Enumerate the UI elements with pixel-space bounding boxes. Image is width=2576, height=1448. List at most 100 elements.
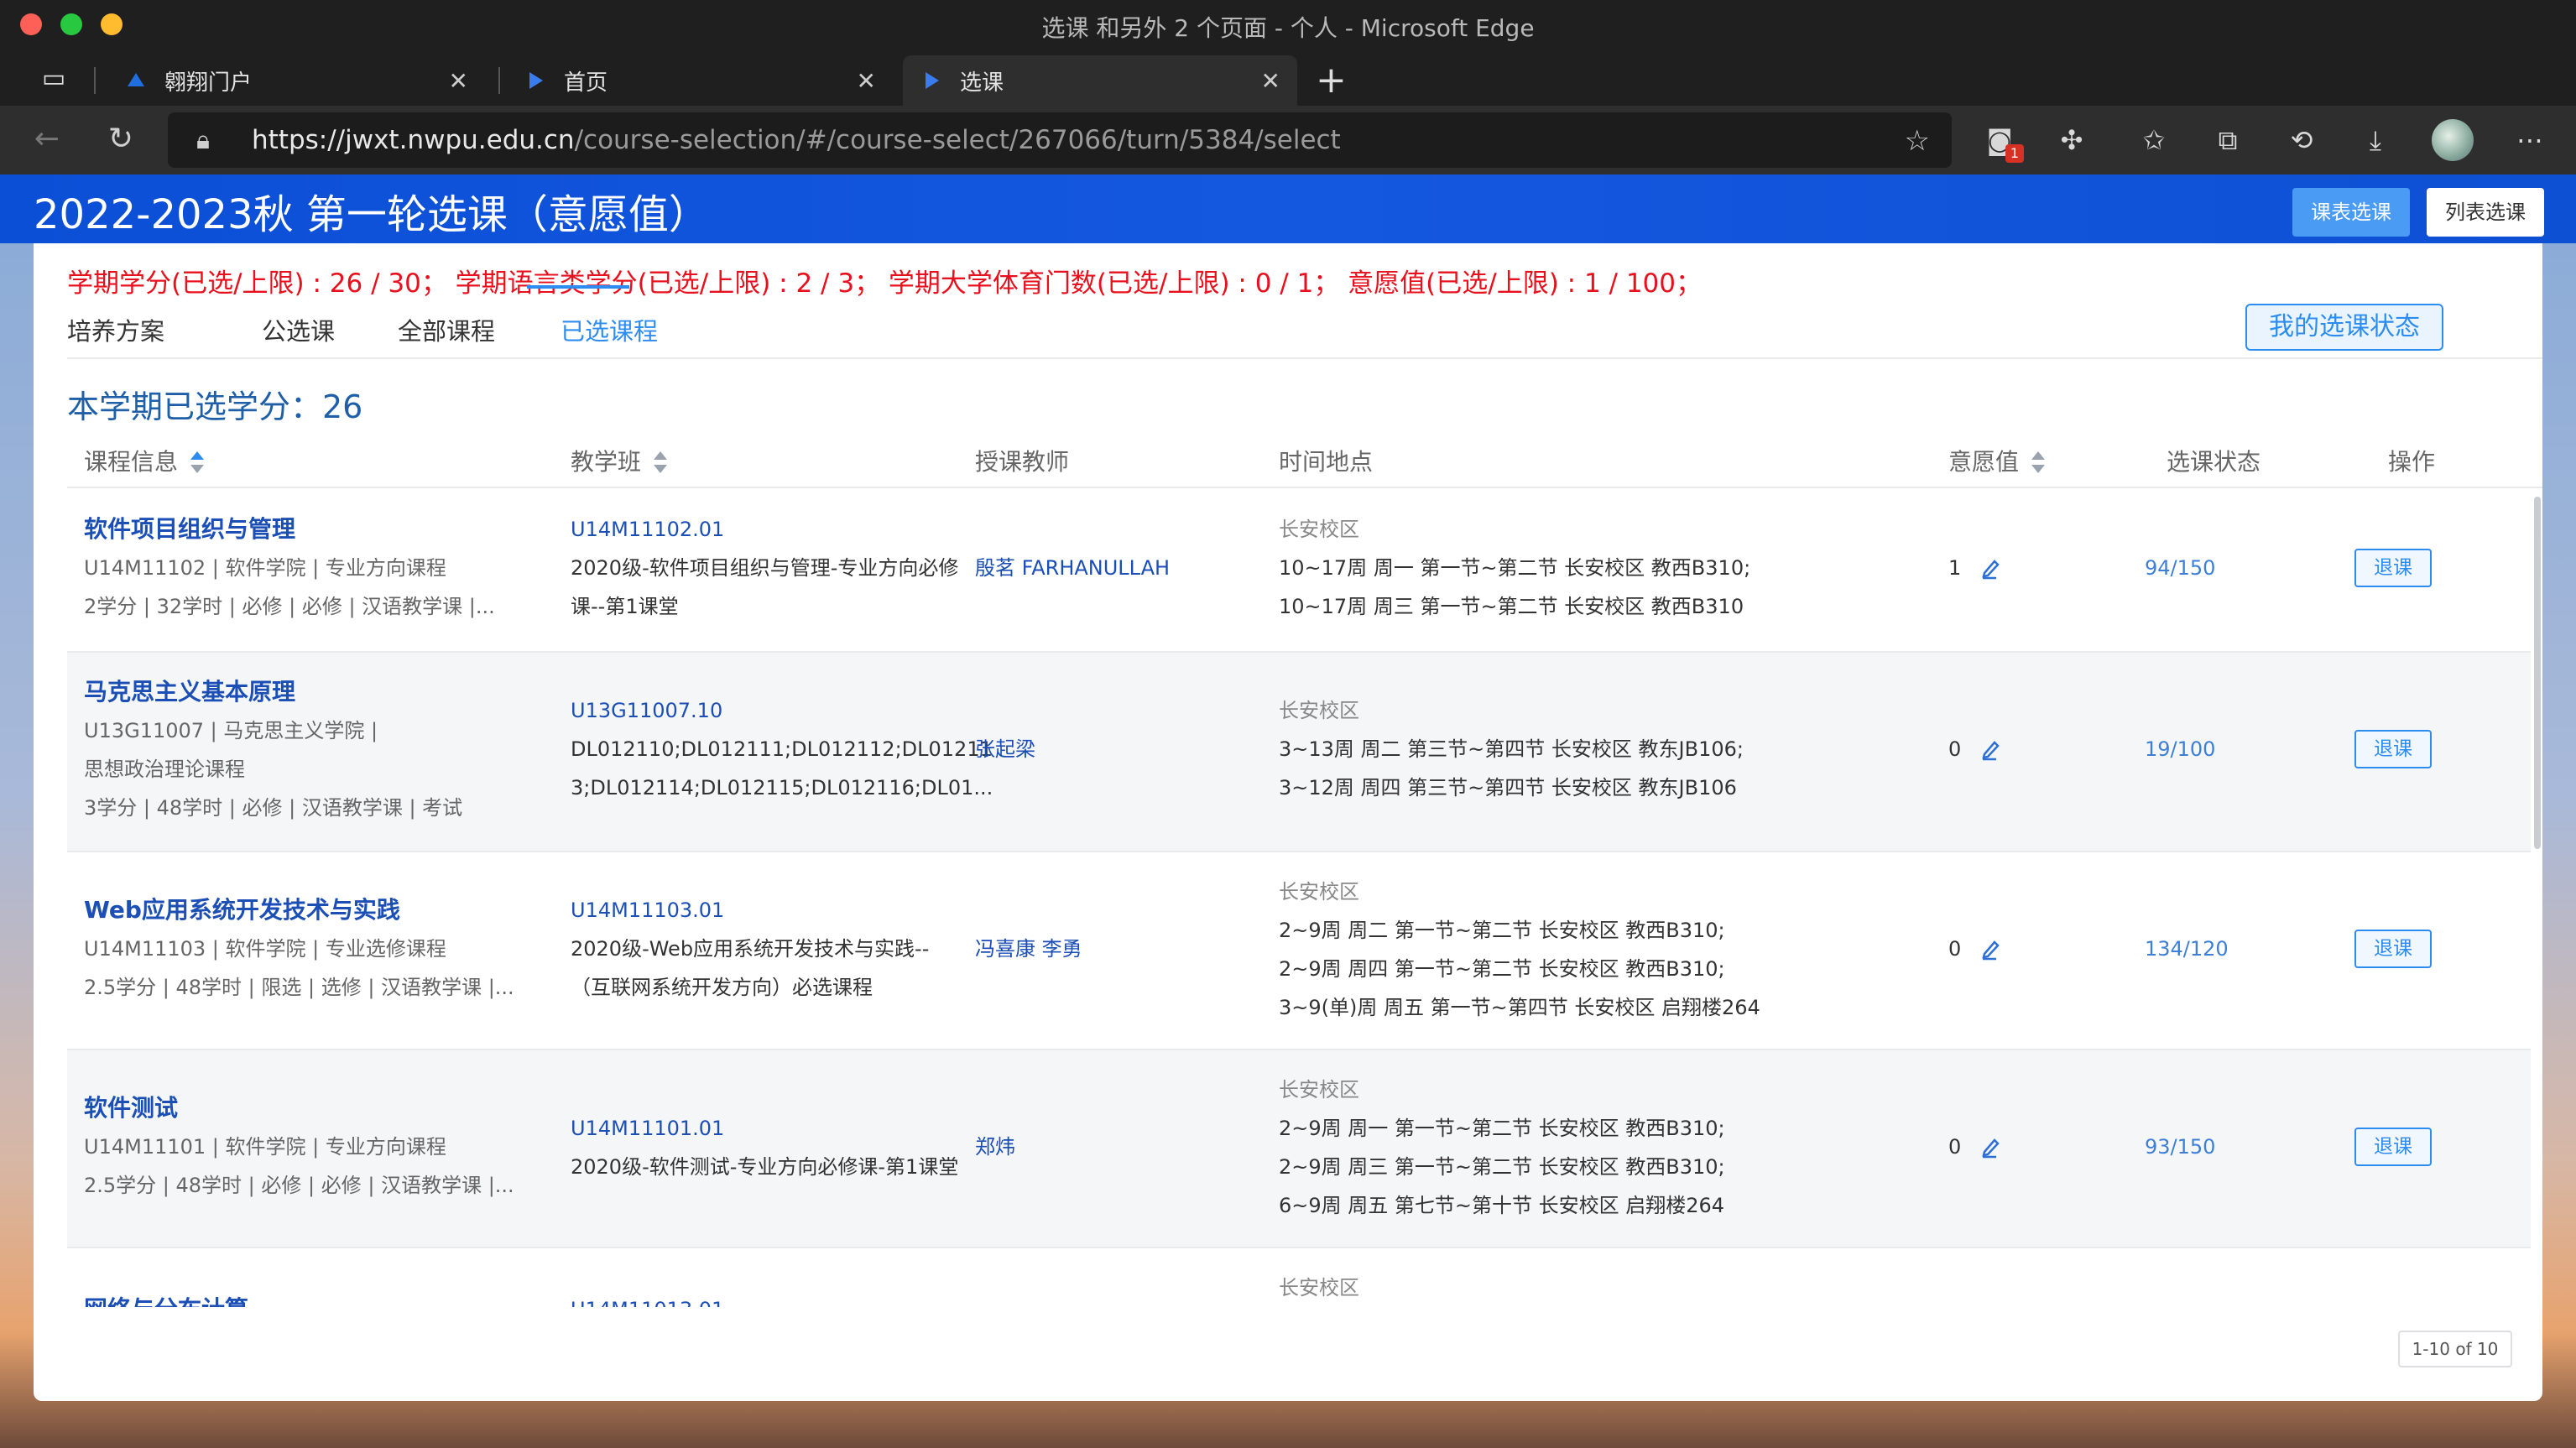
column-label: 教学班 [571,448,642,476]
history-icon[interactable]: ⟲ [2282,121,2321,159]
course-info-cell: 软件项目组织与管理 U14M11102 | 软件学院 | 专业方向课程 2学分 … [84,510,537,626]
edit-preference-icon[interactable] [1979,556,2003,580]
preference-cell: 0 [1948,730,2049,768]
tab-all-courses[interactable]: 全部课程 [398,312,495,347]
class-code: U14M11101.01 [571,1117,725,1140]
tab-training-plan[interactable]: 培养方案 [67,312,164,347]
my-selection-status-button[interactable]: 我的选课状态 [2245,304,2443,351]
edit-preference-icon[interactable] [1979,737,2003,761]
window-title: 选课 和另外 2 个页面 - 个人 - Microsoft Edge [1041,14,1535,42]
column-course-info[interactable]: 课程信息 [84,436,205,488]
teacher-name[interactable]: 殷茗 FARHANULLAH [975,549,1260,587]
class-cell: U13G11007.10 DL012110;DL012111;DL012112;… [571,691,993,807]
time-place-cell: 长安校区 3~13周 周二 第三节~第四节 长安校区 教东JB106; 3~12… [1279,691,1900,807]
teacher-name[interactable]: 郑炜 [975,1128,1260,1166]
teacher-name[interactable]: 冯喜康 李勇 [975,930,1260,968]
sort-icon[interactable] [190,451,205,473]
course-name[interactable]: 软件项目组织与管理 [84,510,537,549]
page-title: 2022-2023秋 第一轮选课（意愿值） [34,191,709,238]
table-row: Web应用系统开发技术与实践 U14M11103 | 软件学院 | 专业选修课程… [67,852,2531,1050]
address-bar: ← ↻ 🔒︎ https://jwxt.nwpu.edu.cn/course-s… [0,106,2576,174]
sort-icon[interactable] [653,451,668,473]
tab-actions-icon[interactable]: ▭ [37,64,70,94]
class-desc: 3;DL012114;DL012115;DL012116;DL01... [571,776,993,800]
campus: 长安校区 [1279,518,1359,541]
drop-course-button[interactable]: 退课 [2354,549,2432,587]
credit-summary: 学期学分(已选/上限) : 26 / 30； 学期语言类学分(已选/上限) : … [67,268,1702,299]
sort-icon[interactable] [2031,451,2046,473]
refresh-icon[interactable]: ↻ [102,121,139,158]
time-slot: 3~13周 周二 第三节~第四节 长安校区 教东JB106; [1279,737,1744,761]
url-path: /course-selection/#/course-select/267066… [574,125,1341,155]
class-cell: U14M11101.01 2020级-软件测试-专业方向必修课-第1课堂 [571,1109,965,1186]
table-scrollbar[interactable] [2534,497,2541,849]
profile-avatar[interactable] [2432,119,2474,161]
tabs-divider [67,357,2542,359]
table-row: 软件项目组织与管理 U14M11102 | 软件学院 | 专业方向课程 2学分 … [67,488,2531,653]
preference-value: 0 [1948,737,1962,761]
timetable-select-button[interactable]: 课表选课 [2292,188,2410,237]
downloads-icon[interactable]: ⤓ [2356,121,2395,159]
course-meta: U14M11103 | 软件学院 | 专业选修课程 [84,937,446,961]
class-desc: 2020级-软件项目组织与管理-专业方向必修 [571,556,959,580]
page-header: 2022-2023秋 第一轮选课（意愿值） 课表选课 列表选课 [0,174,2576,243]
class-cell: U14M11013.01 [571,1290,965,1307]
preference-cell: 0 [1948,1128,2049,1166]
drop-course-button[interactable]: 退课 [2354,930,2432,968]
course-meta: 2.5学分 | 48学时 | 必修 | 必修 | 汉语教学课 |... [84,1174,514,1197]
tab-course-select[interactable]: 选课 ✕ [903,55,1297,106]
collections-icon[interactable]: ⧉ [2208,121,2247,159]
portal-favicon-icon [124,69,148,92]
close-tab-icon[interactable]: ✕ [857,67,876,95]
teacher-name[interactable]: 张起梁 [975,730,1260,768]
drop-course-button[interactable]: 退课 [2354,730,2432,768]
favorite-add-icon[interactable]: ☆ [1905,124,1930,158]
back-icon[interactable]: ← [29,121,65,158]
list-select-button[interactable]: 列表选课 [2427,188,2544,237]
close-tab-icon[interactable]: ✕ [449,67,468,95]
tab-selected-courses[interactable]: 已选课程 [561,312,658,347]
course-info-cell: 软件测试 U14M11101 | 软件学院 | 专业方向课程 2.5学分 | 4… [84,1089,537,1205]
extensions-puzzle-icon[interactable]: ✣ [2052,121,2091,159]
drop-course-button[interactable]: 退课 [2354,1128,2432,1166]
selection-status: 134/120 [2145,937,2229,961]
column-teacher: 授课教师 [975,448,1070,476]
tab-public-electives[interactable]: 公选课 [262,312,335,347]
preference-value: 0 [1948,1135,1962,1159]
extension-icon[interactable]: ◙ 1 [1980,121,2024,163]
time-slot: 6~9周 周五 第七节~第十节 长安校区 启翔楼264 [1279,1194,1725,1217]
play-favicon-icon [524,69,547,92]
class-desc: DL012110;DL012111;DL012112;DL01211 [571,737,993,761]
course-name[interactable]: 马克思主义基本原理 [84,673,537,711]
url-field[interactable]: 🔒︎ https://jwxt.nwpu.edu.cn/course-selec… [168,112,1952,168]
edit-preference-icon[interactable] [1979,1135,2003,1159]
edit-preference-icon[interactable] [1979,937,2003,961]
column-class[interactable]: 教学班 [571,436,668,488]
course-name[interactable]: 网络与分布计算 [84,1290,537,1307]
preference-value: 1 [1948,556,1962,580]
course-name[interactable]: Web应用系统开发技术与实践 [84,891,537,930]
course-meta: U14M11102 | 软件学院 | 专业方向课程 [84,556,446,580]
course-name[interactable]: 软件测试 [84,1089,537,1128]
campus: 长安校区 [1279,880,1359,904]
time-slot: 10~17周 周三 第一节~第二节 长安校区 教西B310 [1279,595,1744,618]
content-card: 学期学分(已选/上限) : 26 / 30； 学期语言类学分(已选/上限) : … [34,243,2542,1401]
selection-status: 94/150 [2145,556,2216,580]
close-tab-icon[interactable]: ✕ [1261,67,1280,95]
class-code: U14M11013.01 [571,1290,965,1307]
time-slot: 2~9周 周四 第一节~第二节 长安校区 教西B310; [1279,957,1725,981]
column-action: 操作 [2388,448,2436,476]
favorites-icon[interactable]: ✩ [2135,121,2173,159]
lock-icon: 🔒︎ [196,126,210,155]
tab-portal[interactable]: 翱翔门户 ✕ [107,55,485,106]
tab-label: 翱翔门户 [164,70,253,96]
tab-home[interactable]: 首页 ✕ [507,55,893,106]
course-table: 软件项目组织与管理 U14M11102 | 软件学院 | 专业方向课程 2学分 … [67,488,2542,1307]
more-menu-icon[interactable]: ⋯ [2511,121,2549,159]
tab-label: 首页 [564,70,608,96]
table-row: 马克思主义基本原理 U13G11007 | 马克思主义学院 | 思想政治理论课程… [67,653,2531,852]
preference-cell: 0 [1948,930,2049,968]
column-preference[interactable]: 意愿值 [1948,436,2046,488]
column-label: 课程信息 [84,448,179,476]
new-tab-icon[interactable]: + [1316,59,1347,102]
